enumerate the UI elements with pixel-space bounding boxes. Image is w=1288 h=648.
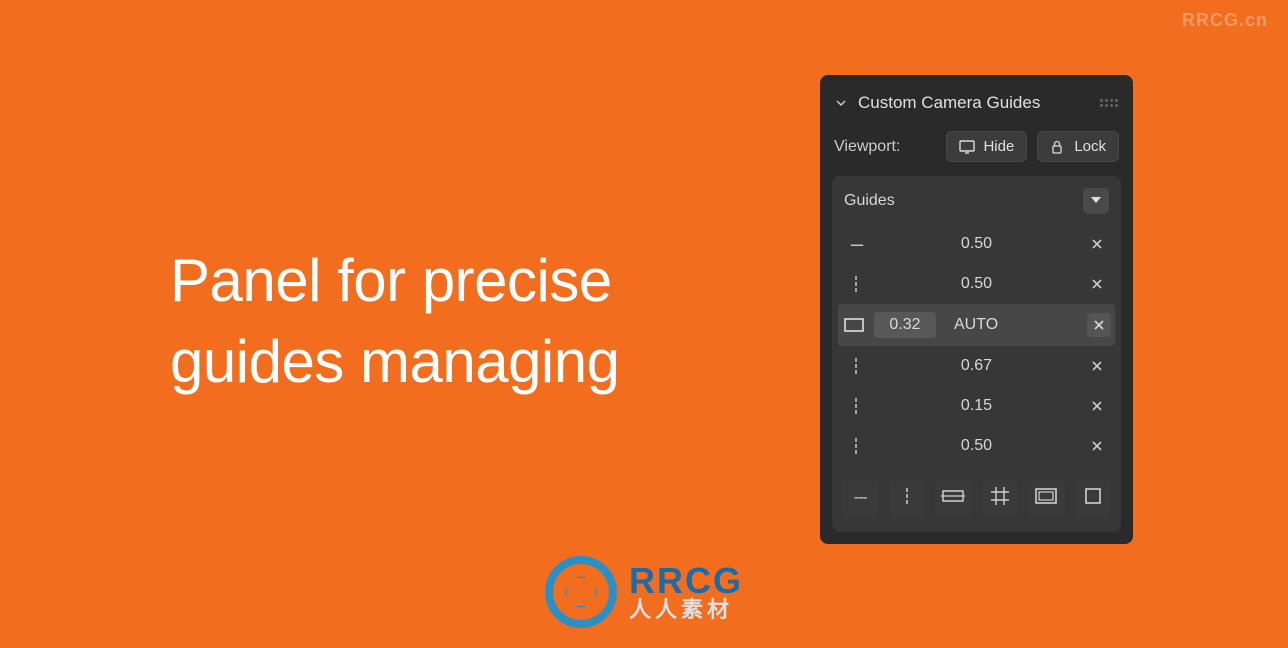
horizontal-dash-icon: --- [854,489,867,507]
logo-block: RRCG 人人素材 [545,556,743,628]
guide-row[interactable]: 0.50 [842,264,1111,304]
lock-button[interactable]: Lock [1037,131,1119,162]
headline-line-2: guides managing [170,328,620,395]
horizontal-guide-icon: --- [844,234,868,254]
square-icon [1084,487,1102,510]
guide-value[interactable]: 0.50 [876,275,1077,293]
guide-value[interactable]: 0.15 [876,397,1077,415]
viewport-row: Viewport: Hide Lock [832,127,1121,176]
watermark-top-right: RRCG.cn [1182,10,1268,31]
delete-guide-button[interactable] [1085,232,1109,256]
guide-value[interactable]: 0.50 [876,437,1077,455]
add-square-guide-button[interactable] [1075,480,1112,516]
delete-guide-button[interactable] [1085,354,1109,378]
guides-header: Guides [842,186,1111,224]
guide-row[interactable]: --- 0.50 [842,224,1111,264]
hide-button[interactable]: Hide [946,131,1027,162]
monitor-icon [959,140,975,154]
logo-text-top: RRCG [629,563,743,599]
guides-container: Guides --- 0.50 0.50 [832,176,1121,532]
grid-icon [990,486,1010,511]
vertical-guide-icon [844,274,868,294]
headline-line-1: Panel for precise [170,247,612,314]
guide-auto-label[interactable]: AUTO [944,316,1008,334]
hide-label: Hide [983,138,1014,155]
logo-icon [545,556,617,628]
guide-row[interactable]: 0.67 [842,346,1111,386]
guide-row[interactable]: 0.15 [842,386,1111,426]
drag-handle-icon[interactable] [1099,98,1119,108]
add-vertical-guide-button[interactable] [889,480,926,516]
delete-guide-button[interactable] [1085,394,1109,418]
delete-guide-button[interactable] [1085,434,1109,458]
logo-text-bottom: 人人素材 [629,599,743,621]
lock-icon [1050,140,1066,154]
frame-icon [941,488,965,509]
triangle-down-icon [1090,192,1102,210]
lock-label: Lock [1074,138,1106,155]
guides-dropdown-button[interactable] [1083,188,1109,214]
guides-title: Guides [844,192,895,210]
guide-value[interactable]: 0.67 [876,357,1077,375]
delete-guide-button[interactable] [1087,313,1111,337]
rect-guide-icon [842,315,866,335]
vertical-guide-icon [844,436,868,456]
delete-guide-button[interactable] [1085,272,1109,296]
guide-value[interactable]: 0.50 [876,235,1077,253]
logo-text: RRCG 人人素材 [629,563,743,621]
add-rect-guide-button[interactable] [1028,480,1065,516]
vertical-guide-icon [844,356,868,376]
custom-camera-guides-panel: Custom Camera Guides Viewport: Hide Lock… [820,75,1133,544]
add-frame-guide-button[interactable] [935,480,972,516]
bottom-toolbar: --- [842,466,1111,518]
add-horizontal-guide-button[interactable]: --- [842,480,879,516]
guide-value-input[interactable]: 0.32 [874,312,936,338]
guide-row[interactable]: 0.50 [842,426,1111,466]
guide-row-selected[interactable]: 0.32 AUTO [838,304,1115,346]
panel-title: Custom Camera Guides [858,93,1040,113]
vertical-dash-icon [904,487,910,510]
rect-icon [1034,487,1058,510]
add-grid-guide-button[interactable] [982,480,1019,516]
vertical-guide-icon [844,396,868,416]
viewport-label: Viewport: [834,138,900,156]
panel-header[interactable]: Custom Camera Guides [832,87,1121,127]
chevron-down-icon [834,96,848,110]
headline-text: Panel for precise guides managing [170,240,620,402]
